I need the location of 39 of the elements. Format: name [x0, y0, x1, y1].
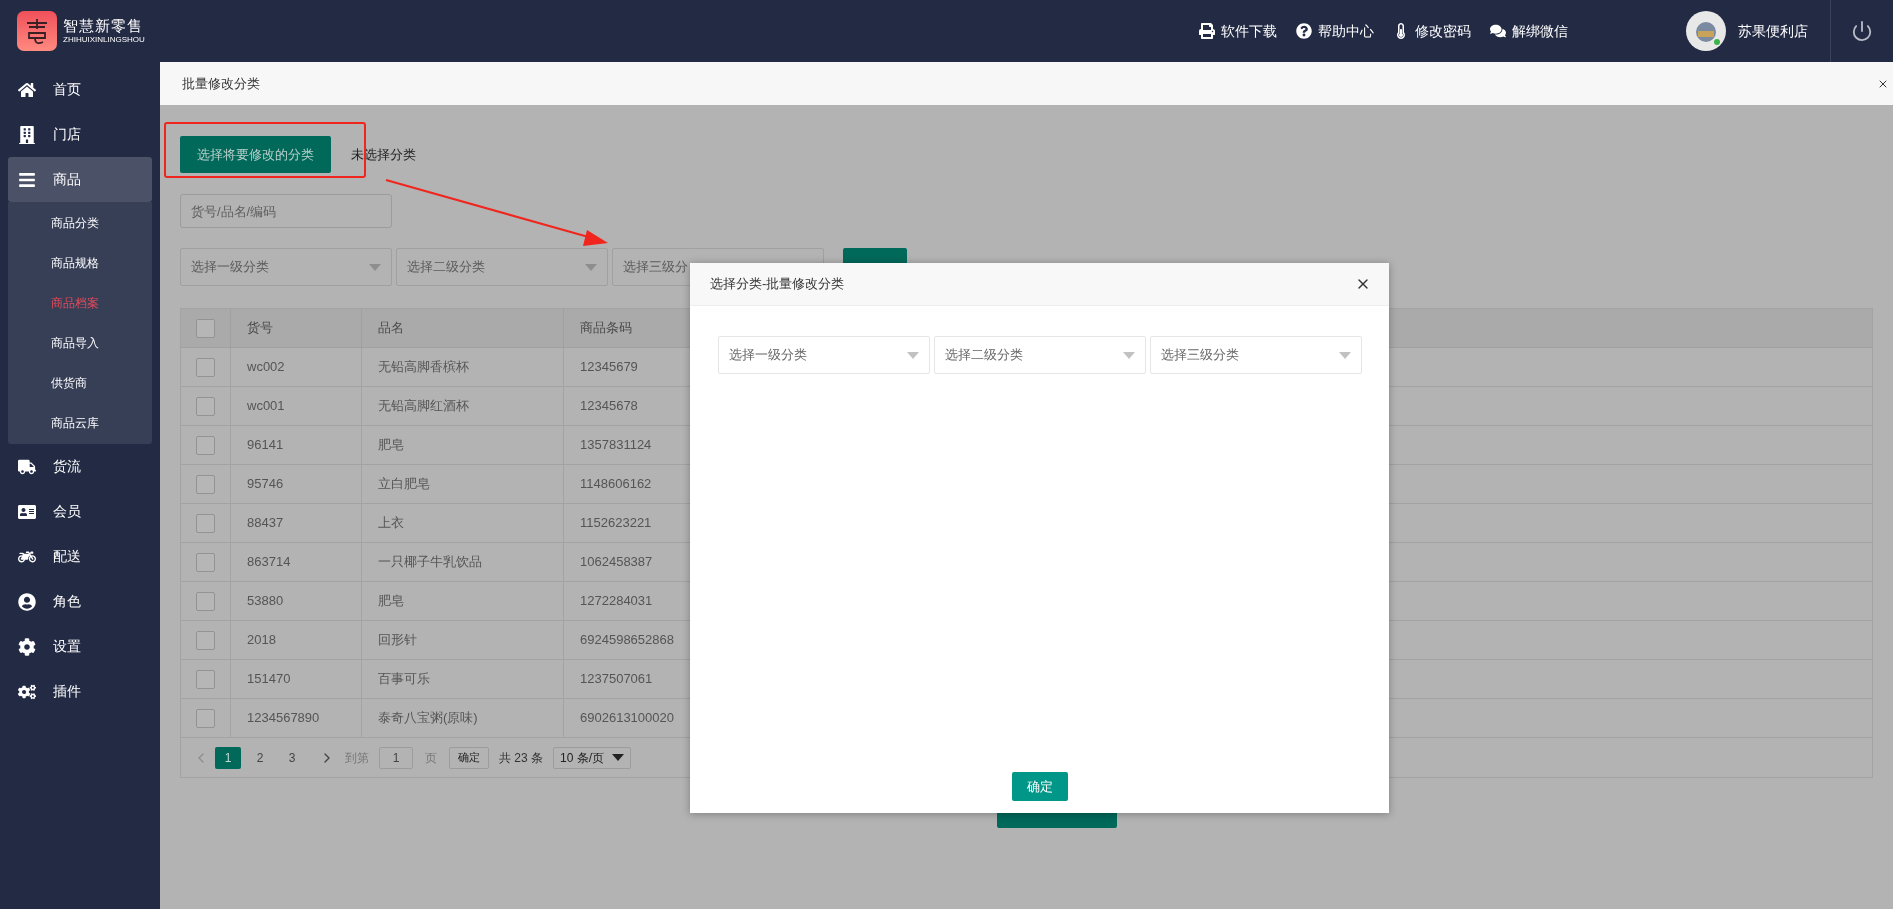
table-cell-text: 151470 — [247, 670, 291, 689]
column-header: 货号 — [247, 319, 273, 338]
table-cell-text: wc001 — [247, 397, 285, 416]
table-cell-text: 2018 — [247, 631, 276, 650]
table-cell-text: 863714 — [247, 553, 291, 572]
table-cell-text: wc002 — [247, 358, 285, 377]
brand-subtitle: ZHIHUIXINLINGSHOU — [63, 36, 145, 44]
column-header: 商品条码 — [580, 319, 632, 338]
table-cell-text: 1148606162 — [580, 475, 652, 494]
table-cell-text: 1234567890 — [247, 709, 320, 728]
table-cell-text: 1272284031 — [580, 592, 653, 611]
table-cell-text: 6902613100020 — [580, 709, 674, 728]
table-cell-text: 1357831124 — [580, 436, 652, 455]
table-cell-text: 肥皂 — [378, 436, 404, 455]
selection-status: 未选择分类 — [351, 145, 416, 164]
table-cell-text: 53880 — [247, 592, 284, 611]
table-cell-text: 立白肥皂 — [378, 475, 430, 494]
total-count: 共 23 条 — [499, 749, 543, 767]
table-cell-text: 12345678 — [580, 397, 638, 416]
table-cell-text: 1237507061 — [580, 670, 653, 689]
table-cell-text: 泰奇八宝粥(原味) — [378, 709, 478, 728]
table-cell-text: 肥皂 — [378, 592, 404, 611]
brand-name: 智慧新零售 — [63, 18, 144, 33]
table-cell-text: 回形针 — [378, 631, 417, 650]
table-cell-text: 无铅高脚香槟杯 — [378, 358, 469, 377]
table-cell-text: 1152623221 — [580, 514, 652, 533]
table-cell-text: 上衣 — [378, 514, 404, 533]
table-cell-text: 无铅高脚红酒杯 — [378, 397, 469, 416]
column-header: 品名 — [378, 319, 404, 338]
table-cell-text: 88437 — [247, 514, 284, 533]
page-title: 批量修改分类 — [182, 74, 260, 93]
table-cell-text: 百事可乐 — [378, 670, 430, 689]
dialog-title: 选择分类-批量修改分类 — [710, 275, 845, 294]
table-cell-text: 12345679 — [580, 358, 638, 377]
table-cell-text: 1062458387 — [580, 553, 653, 572]
page-suffix: 页 — [425, 749, 437, 767]
table-cell-text: 95746 — [247, 475, 284, 494]
table-cell-text: 6924598652868 — [580, 631, 674, 650]
table-cell-text: 96141 — [247, 436, 284, 455]
